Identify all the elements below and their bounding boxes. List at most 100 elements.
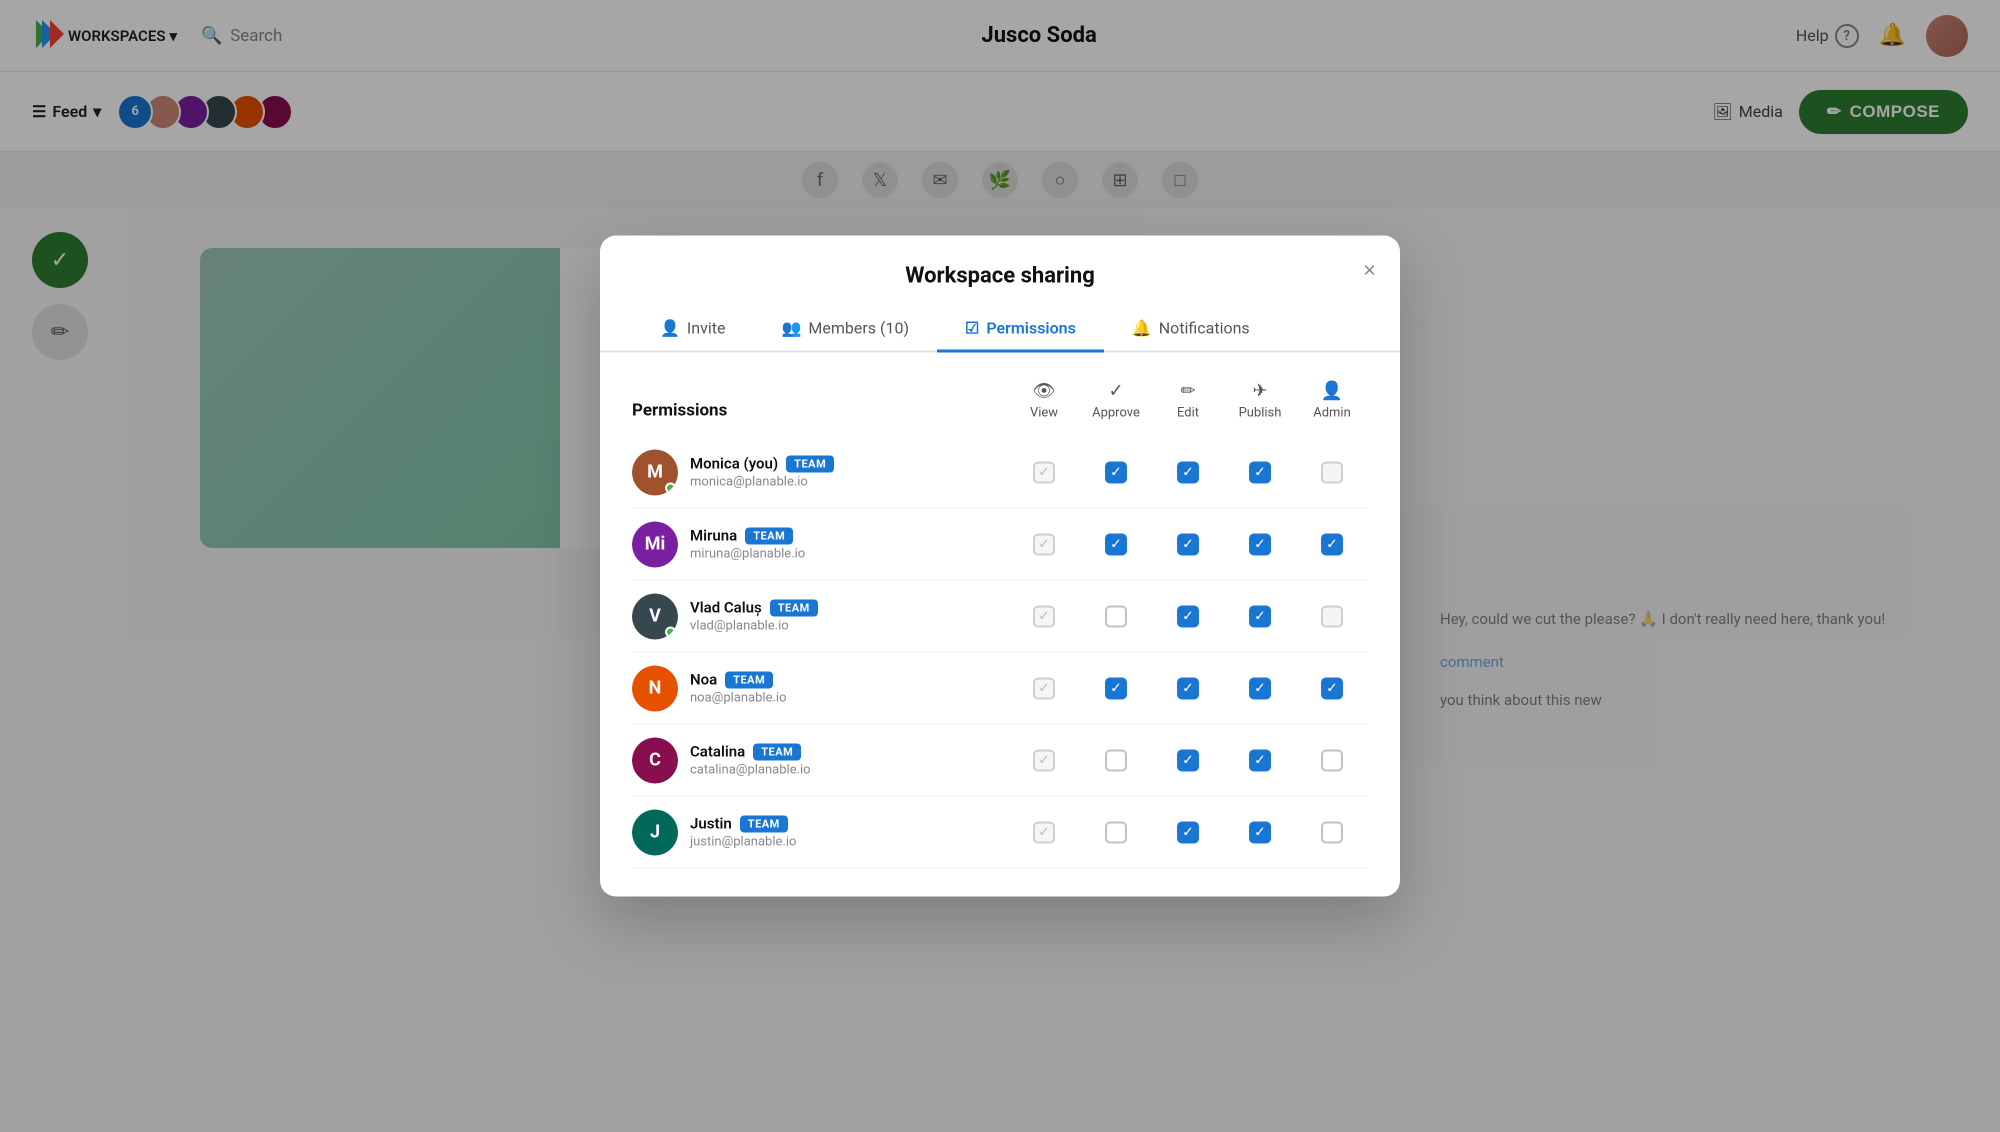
user-name: Monica (you) [690, 455, 778, 473]
perm-checks: ✓ ✓ ✓ [1008, 749, 1368, 771]
perm-checks: ✓ ✓ ✓ ✓ ✓ [1008, 533, 1368, 555]
check-cell-2[interactable]: ✓ [1152, 533, 1224, 555]
user-name-row: Catalina TEAM [690, 743, 811, 761]
check-cell-0[interactable]: ✓ [1008, 821, 1080, 843]
user-name-row: Monica (you) TEAM [690, 455, 834, 473]
check-cell-1[interactable] [1080, 749, 1152, 771]
user-name: Catalina [690, 743, 745, 761]
user-name: Miruna [690, 527, 737, 545]
tab-permissions[interactable]: ☑ Permissions [937, 309, 1104, 353]
checkbox-checked[interactable]: ✓ [1177, 677, 1199, 699]
checkbox-checked[interactable]: ✓ [1249, 677, 1271, 699]
checkbox-checked[interactable]: ✓ [1105, 677, 1127, 699]
checkbox-disabled[interactable] [1321, 461, 1343, 483]
table-row: C Catalina TEAM catalina@planable.io ✓ ✓ [632, 725, 1368, 797]
col-publish: ✈ Publish [1224, 381, 1296, 421]
check-cell-2[interactable]: ✓ [1152, 677, 1224, 699]
checkbox-unchecked[interactable] [1105, 605, 1127, 627]
modal-close-button[interactable]: × [1363, 260, 1376, 282]
checkbox-unchecked[interactable] [1105, 821, 1127, 843]
check-cell-3[interactable]: ✓ [1224, 821, 1296, 843]
permissions-table: Permissions 👁 View ✓ Approve ✏ Edit [632, 381, 1368, 869]
user-info: J Justin TEAM justin@planable.io [632, 809, 1008, 855]
team-badge: TEAM [770, 599, 818, 616]
tab-members[interactable]: 👥 Members (10) [753, 309, 937, 353]
checkbox-checked[interactable]: ✓ [1249, 749, 1271, 771]
check-cell-4[interactable]: ✓ [1296, 533, 1368, 555]
check-cell-0[interactable]: ✓ [1008, 749, 1080, 771]
tab-invite[interactable]: 👤 Invite [632, 309, 753, 353]
checkbox-unchecked-large[interactable] [1321, 749, 1343, 771]
checkbox-checked[interactable]: ✓ [1105, 533, 1127, 555]
check-cell-1[interactable]: ✓ [1080, 533, 1152, 555]
modal-title: Workspace sharing [632, 264, 1368, 309]
user-name: Justin [690, 815, 732, 833]
table-row: J Justin TEAM justin@planable.io ✓ ✓ [632, 797, 1368, 869]
table-row: N Noa TEAM noa@planable.io ✓ ✓ ✓ [632, 653, 1368, 725]
check-cell-4[interactable]: ✓ [1296, 677, 1368, 699]
check-cell-0[interactable]: ✓ [1008, 533, 1080, 555]
check-cell-2[interactable]: ✓ [1152, 605, 1224, 627]
team-badge: TEAM [740, 815, 788, 832]
user-avatar-3: N [632, 665, 678, 711]
checkbox-checked[interactable]: ✓ [1177, 605, 1199, 627]
check-cell-1[interactable] [1080, 605, 1152, 627]
col-admin: 👤 Admin [1296, 381, 1368, 421]
checkbox-checked[interactable]: ✓ [1105, 461, 1127, 483]
check-cell-0[interactable]: ✓ [1008, 677, 1080, 699]
checkbox-disabled-checked[interactable]: ✓ [1033, 461, 1055, 483]
checkbox-checked[interactable]: ✓ [1321, 533, 1343, 555]
members-icon: 👥 [781, 319, 801, 338]
checkbox-checked[interactable]: ✓ [1177, 533, 1199, 555]
invite-icon: 👤 [660, 319, 680, 338]
check-cell-3[interactable]: ✓ [1224, 605, 1296, 627]
modal-body: Permissions 👁 View ✓ Approve ✏ Edit [600, 353, 1400, 897]
check-cell-4[interactable] [1296, 749, 1368, 771]
permissions-columns: 👁 View ✓ Approve ✏ Edit ✈ Publish [1008, 381, 1368, 421]
checkbox-disabled-checked[interactable]: ✓ [1033, 821, 1055, 843]
checkbox-checked[interactable]: ✓ [1249, 821, 1271, 843]
checkbox-checked[interactable]: ✓ [1177, 461, 1199, 483]
check-cell-2[interactable]: ✓ [1152, 749, 1224, 771]
checkbox-disabled-checked[interactable]: ✓ [1033, 749, 1055, 771]
check-cell-1[interactable] [1080, 821, 1152, 843]
user-info: N Noa TEAM noa@planable.io [632, 665, 1008, 711]
admin-icon: 👤 [1321, 381, 1343, 402]
checkbox-checked[interactable]: ✓ [1177, 749, 1199, 771]
checkbox-checked[interactable]: ✓ [1321, 677, 1343, 699]
check-cell-4[interactable] [1296, 605, 1368, 627]
check-cell-4[interactable] [1296, 821, 1368, 843]
checkbox-checked[interactable]: ✓ [1177, 821, 1199, 843]
workspace-sharing-modal: Workspace sharing × 👤 Invite 👥 Members (… [600, 236, 1400, 897]
checkbox-checked[interactable]: ✓ [1249, 461, 1271, 483]
checkbox-unchecked-large[interactable] [1321, 821, 1343, 843]
user-details: Vlad Caluș TEAM vlad@planable.io [690, 599, 818, 634]
checkbox-checked[interactable]: ✓ [1249, 533, 1271, 555]
team-badge: TEAM [725, 671, 773, 688]
check-cell-3[interactable]: ✓ [1224, 533, 1296, 555]
permissions-header: Permissions 👁 View ✓ Approve ✏ Edit [632, 381, 1368, 421]
check-cell-0[interactable]: ✓ [1008, 605, 1080, 627]
user-info: M Monica (you) TEAM monica@planable.io [632, 449, 1008, 495]
check-cell-1[interactable]: ✓ [1080, 461, 1152, 483]
user-details: Noa TEAM noa@planable.io [690, 671, 786, 706]
user-details: Justin TEAM justin@planable.io [690, 815, 796, 850]
check-cell-3[interactable]: ✓ [1224, 461, 1296, 483]
checkbox-disabled-checked[interactable]: ✓ [1033, 605, 1055, 627]
checkbox-disabled[interactable] [1321, 605, 1343, 627]
checkbox-checked[interactable]: ✓ [1249, 605, 1271, 627]
checkbox-disabled-checked[interactable]: ✓ [1033, 533, 1055, 555]
user-email: catalina@planable.io [690, 763, 811, 778]
table-row: M Monica (you) TEAM monica@planable.io ✓… [632, 437, 1368, 509]
checkbox-unchecked[interactable] [1105, 749, 1127, 771]
check-cell-1[interactable]: ✓ [1080, 677, 1152, 699]
check-cell-3[interactable]: ✓ [1224, 677, 1296, 699]
check-cell-2[interactable]: ✓ [1152, 821, 1224, 843]
check-cell-0[interactable]: ✓ [1008, 461, 1080, 483]
check-cell-4[interactable] [1296, 461, 1368, 483]
checkbox-disabled-checked[interactable]: ✓ [1033, 677, 1055, 699]
check-cell-2[interactable]: ✓ [1152, 461, 1224, 483]
tab-notifications[interactable]: 🔔 Notifications [1104, 309, 1278, 353]
user-name-row: Miruna TEAM [690, 527, 805, 545]
check-cell-3[interactable]: ✓ [1224, 749, 1296, 771]
